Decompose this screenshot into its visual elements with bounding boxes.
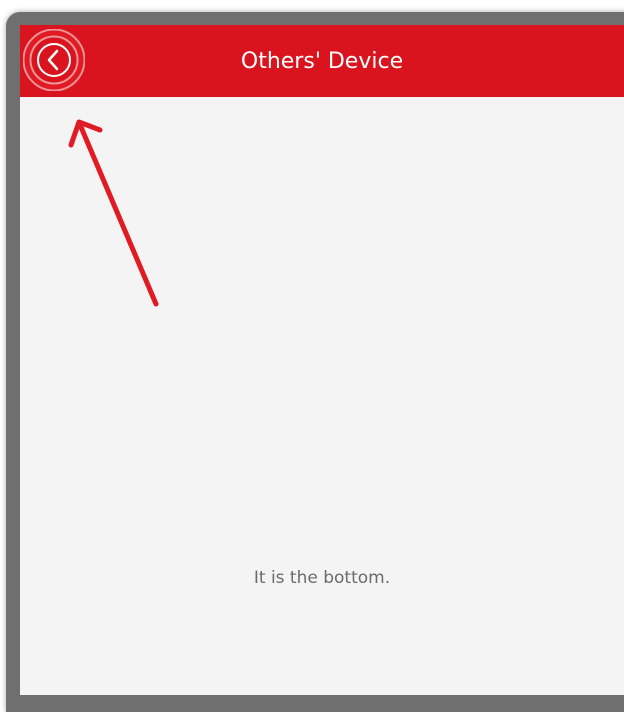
end-of-list-text: It is the bottom. [253, 568, 391, 588]
app-screen: Others' Device It is the bottom. [20, 25, 624, 695]
app-bar: Others' Device [20, 25, 624, 97]
page-title: Others' Device [240, 49, 404, 74]
